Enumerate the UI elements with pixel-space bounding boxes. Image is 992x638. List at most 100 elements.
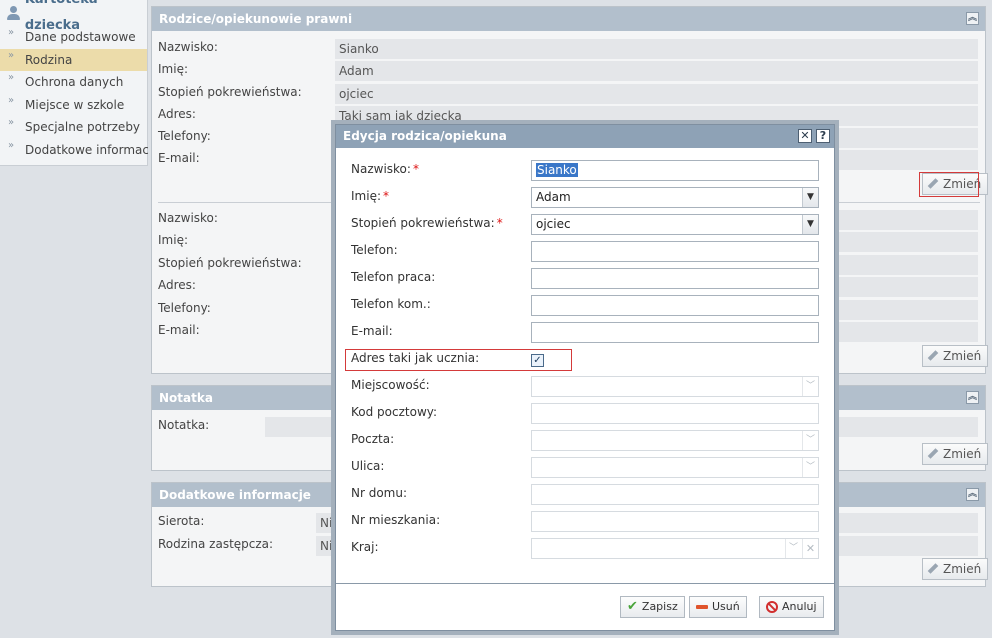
double-chevron-icon: » — [8, 117, 15, 128]
delete-button[interactable]: Usuń — [689, 596, 747, 618]
sidebar-item-school-place[interactable]: » Miejsce w szkole — [0, 94, 147, 117]
street-select: ﹀ — [531, 457, 819, 478]
apartment-number-input — [531, 511, 819, 532]
required-mark: * — [496, 216, 503, 230]
phone-input[interactable] — [531, 241, 819, 262]
help-icon[interactable]: ? — [816, 129, 830, 143]
collapse-icon[interactable]: ︽ — [966, 391, 979, 404]
country-select: ﹀ ✕ — [531, 538, 819, 559]
clear-icon: ✕ — [802, 539, 818, 558]
post-office-label: Poczta: — [351, 432, 395, 446]
parent1-relation-value: ojciec — [335, 84, 978, 104]
sidebar-item-label: Ochrona danych — [25, 75, 124, 89]
firstname-select[interactable]: Adam ▼ — [531, 187, 819, 208]
sidebar: Kartoteka dziecka » Dane podstawowe » Ro… — [0, 0, 160, 638]
sidebar-item-special-needs[interactable]: » Specjalne potrzeby — [0, 116, 147, 139]
double-chevron-icon: » — [8, 94, 15, 106]
pencil-icon — [927, 350, 939, 362]
foster-family-label: Rodzina zastępcza: — [158, 537, 274, 551]
surname-input-value: Sianko — [536, 163, 578, 177]
sidebar-title: Kartoteka dziecka — [0, 0, 147, 33]
sidebar-item-label: Dodatkowe informacje — [25, 142, 160, 157]
city-select: ﹀ — [531, 376, 819, 397]
work-phone-input[interactable] — [531, 268, 819, 289]
save-button-label: Zapisz — [641, 600, 678, 613]
note-label: Notatka: — [158, 418, 210, 432]
pencil-icon — [927, 563, 939, 575]
change-button-label: Zmień — [943, 349, 982, 363]
relation-select[interactable]: ojciec ▼ — [531, 214, 819, 235]
parent1-change-button[interactable]: Zmień — [922, 173, 989, 195]
required-mark: * — [383, 189, 389, 203]
email-label: E-mail: — [351, 324, 393, 338]
parent2-change-button[interactable]: Zmień — [922, 345, 989, 367]
collapse-icon[interactable]: ︽ — [966, 12, 979, 25]
parent2-email-label: E-mail: — [158, 323, 200, 337]
sidebar-item-label: Miejsce w szkole — [25, 97, 125, 112]
note-change-button[interactable]: Zmień — [922, 443, 989, 465]
surname-label: Nazwisko: * — [351, 159, 419, 179]
parent2-firstname-label: Imię: — [158, 233, 188, 247]
email-input[interactable] — [531, 322, 819, 343]
change-button-label: Zmień — [943, 562, 982, 576]
relation-select-value: ojciec — [536, 217, 571, 231]
mobile-phone-input[interactable] — [531, 295, 819, 316]
footer-divider — [336, 583, 834, 584]
dialog-header: Edycja rodzica/opiekuna ✕ ? — [336, 125, 834, 148]
change-button-label: Zmień — [943, 177, 982, 191]
sidebar-item-additional-info[interactable]: » Dodatkowe informacje — [0, 139, 160, 162]
sidebar-item-data-protection[interactable]: » Ochrona danych — [0, 71, 147, 94]
parent1-relation-label: Stopień pokrewieństwa: — [158, 85, 302, 99]
cancel-icon — [766, 601, 778, 613]
chevron-down-icon[interactable]: ▼ — [802, 188, 818, 207]
parent1-surname-value: Sianko — [335, 39, 978, 59]
collapse-icon[interactable]: ︽ — [966, 488, 979, 501]
firstname-label: Imię: * — [351, 186, 389, 206]
surname-label-text: Nazwisko: — [351, 162, 411, 176]
double-chevron-icon: » — [8, 49, 15, 61]
save-button[interactable]: ✔ Zapisz — [620, 596, 685, 618]
work-phone-label: Telefon praca: — [351, 270, 436, 284]
parent2-surname-label: Nazwisko: — [158, 211, 218, 225]
parent1-phones-label: Telefony: — [158, 129, 211, 143]
chevron-down-icon[interactable]: ▼ — [802, 215, 818, 234]
relation-label: Stopień pokrewieństwa: * — [351, 213, 503, 233]
surname-input[interactable]: Sianko — [531, 160, 819, 181]
pencil-icon — [927, 448, 939, 460]
sidebar-item-family[interactable]: » Rodzina — [0, 48, 147, 71]
parent2-address-label: Adres: — [158, 278, 196, 292]
parent2-phones-label: Telefony: — [158, 301, 211, 315]
house-number-input — [531, 484, 819, 505]
child-record-icon — [7, 6, 21, 20]
parents-panel-header: Rodzice/opiekunowie prawni ︽ — [152, 7, 985, 31]
change-button-label: Zmień — [943, 447, 982, 461]
additional-info-change-button[interactable]: Zmień — [922, 558, 989, 580]
chevron-down-icon: ﹀ — [802, 458, 818, 477]
parent1-address-value: Taki sam jak dziecka — [335, 106, 978, 126]
additional-info-panel-title: Dodatkowe informacje — [159, 488, 311, 502]
double-chevron-icon: » — [8, 139, 15, 151]
sidebar-item-basic-data[interactable]: » Dane podstawowe — [0, 26, 147, 49]
double-chevron-icon: » — [8, 27, 15, 38]
cancel-button-label: Anuluj — [782, 600, 817, 613]
same-address-checkbox[interactable]: ✓ — [531, 354, 544, 367]
dialog-title: Edycja rodzica/opiekuna — [343, 129, 507, 143]
relation-label-text: Stopień pokrewieństwa: — [351, 216, 495, 230]
sidebar-item-label: Specjalne potrzeby — [25, 120, 141, 134]
minus-icon — [696, 605, 708, 609]
chevron-down-icon: ﹀ — [802, 431, 818, 450]
country-label: Kraj: — [351, 540, 379, 554]
chevron-down-icon: ﹀ — [802, 377, 818, 396]
cancel-button[interactable]: Anuluj — [759, 596, 824, 618]
delete-button-label: Usuń — [712, 600, 740, 613]
double-chevron-icon: » — [8, 72, 15, 83]
close-icon[interactable]: ✕ — [798, 129, 812, 143]
sidebar-panel: Kartoteka dziecka » Dane podstawowe » Ro… — [0, 0, 160, 166]
postal-code-input — [531, 403, 819, 424]
city-label: Miejscowość: — [351, 378, 430, 392]
parent1-firstname-value: Adam — [335, 61, 978, 81]
same-address-label: Adres taki jak ucznia: — [351, 351, 480, 365]
parent1-firstname-label: Imię: — [158, 62, 188, 76]
apartment-number-label: Nr mieszkania: — [351, 513, 441, 527]
note-panel-title: Notatka — [159, 391, 213, 405]
